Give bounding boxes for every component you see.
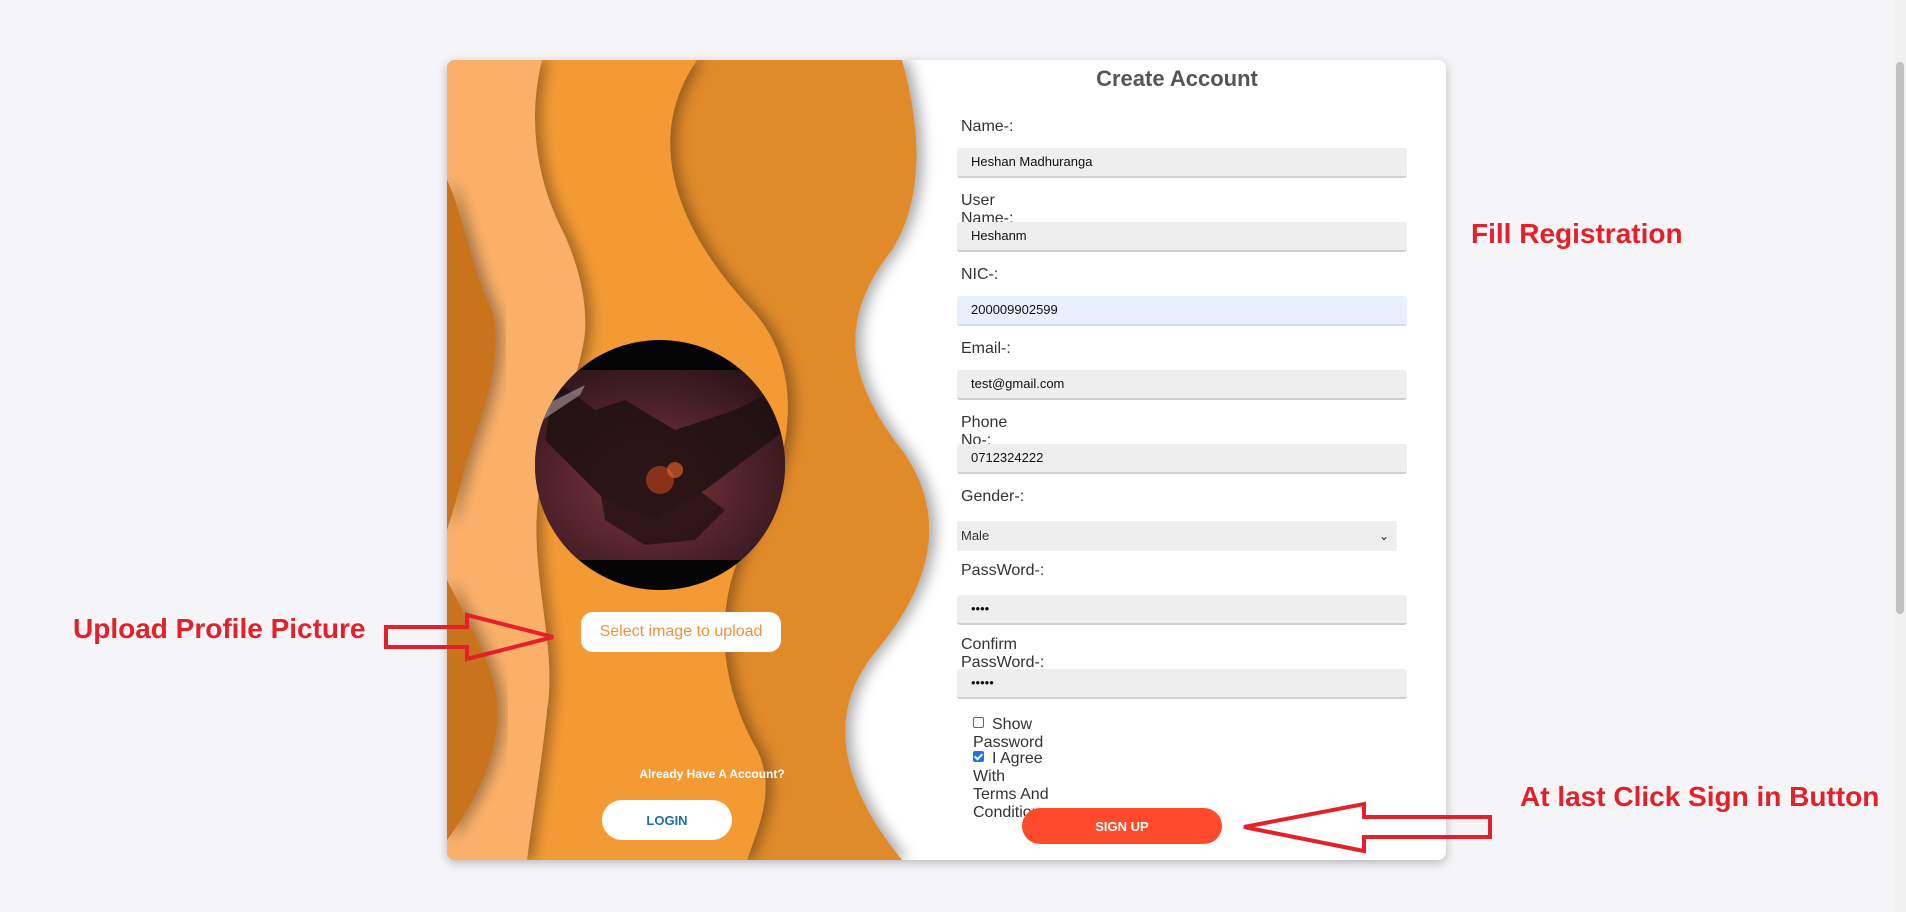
already-have-account-text: Already Have A Account? <box>639 767 785 781</box>
chevron-down-icon: ⌄ <box>1378 529 1389 543</box>
name-input[interactable]: Heshan Madhuranga <box>957 148 1407 178</box>
scrollbar-thumb[interactable] <box>1896 62 1904 614</box>
login-button[interactable]: LOGIN <box>602 800 732 840</box>
name-label: Name-: <box>961 118 1014 135</box>
show-password-checkbox[interactable] <box>973 717 984 729</box>
form-title: Create Account <box>1096 66 1258 91</box>
profile-photo-image <box>535 370 785 560</box>
gender-label: Gender-: <box>961 488 1025 505</box>
arrow-right-icon <box>384 612 554 662</box>
signup-button[interactable]: SIGN UP <box>1022 808 1222 844</box>
gender-select[interactable]: Male ⌄ <box>957 521 1397 551</box>
nic-input[interactable]: 200009902599 <box>957 296 1407 326</box>
page-scrollbar[interactable] <box>1894 0 1906 912</box>
confirm-password-label: Confirm PassWord-: <box>961 636 1045 671</box>
email-input[interactable]: test@gmail.com <box>957 370 1407 400</box>
confirm-password-input[interactable]: ••••• <box>957 669 1407 699</box>
annotation-click-sign: At last Click Sign in Button <box>1520 781 1880 812</box>
email-label: Email-: <box>961 340 1011 357</box>
username-input[interactable]: Heshanm <box>957 222 1407 252</box>
registration-card: Select image to upload Already Have A Ac… <box>447 60 1446 860</box>
phone-input[interactable]: 0712324222 <box>957 444 1407 474</box>
annotation-upload-profile: Upload Profile Picture <box>73 613 366 644</box>
annotation-fill-registration: Fill Registration <box>1471 218 1683 249</box>
nic-label: NIC-: <box>961 266 999 283</box>
agree-terms-checkbox[interactable] <box>973 751 984 763</box>
arrow-left-icon <box>1243 801 1492 854</box>
left-panel: Select image to upload Already Have A Ac… <box>447 60 967 860</box>
gender-selected-value: Male <box>961 528 990 543</box>
select-image-button[interactable]: Select image to upload <box>581 612 781 652</box>
show-password-row[interactable]: Show Password <box>973 716 1043 752</box>
password-input[interactable]: •••• <box>957 595 1407 625</box>
profile-picture-preview <box>535 340 785 590</box>
password-label: PassWord-: <box>961 562 1045 579</box>
